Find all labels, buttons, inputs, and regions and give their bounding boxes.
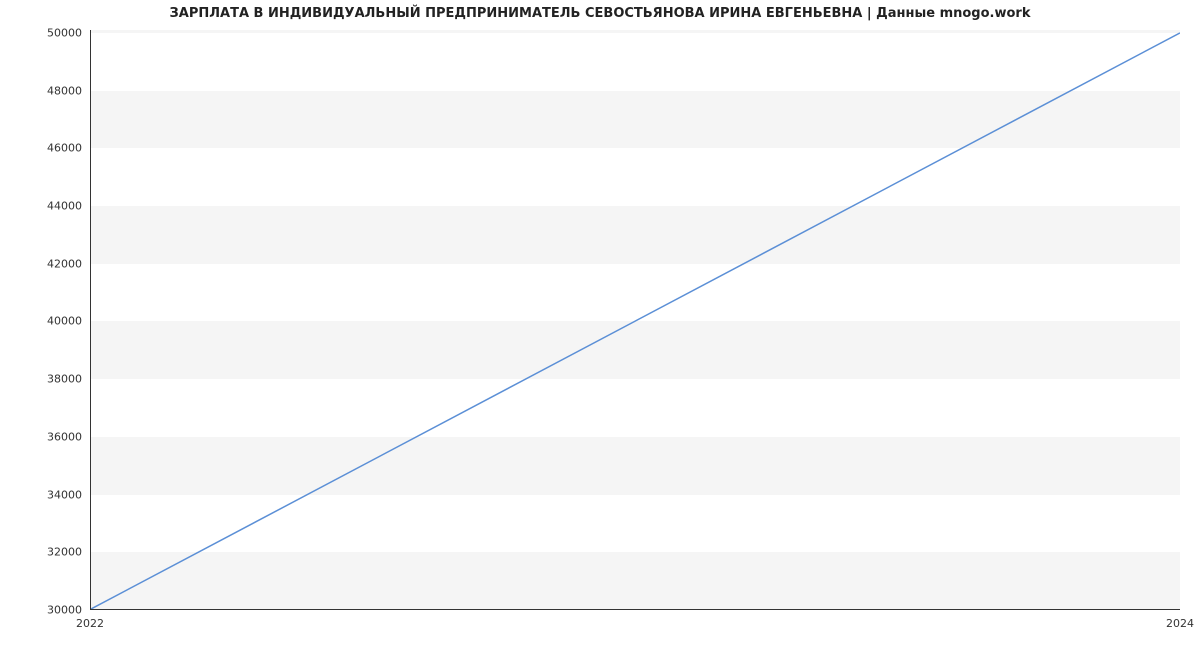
y-tick-label: 50000 xyxy=(0,26,82,39)
y-tick-label: 36000 xyxy=(0,430,82,443)
y-tick-label: 46000 xyxy=(0,142,82,155)
plot-area xyxy=(90,30,1180,610)
y-tick-label: 34000 xyxy=(0,488,82,501)
chart-title: ЗАРПЛАТА В ИНДИВИДУАЛЬНЫЙ ПРЕДПРИНИМАТЕЛ… xyxy=(0,6,1200,21)
y-tick-label: 42000 xyxy=(0,257,82,270)
y-tick-label: 48000 xyxy=(0,84,82,97)
y-tick-label: 40000 xyxy=(0,315,82,328)
y-tick-label: 44000 xyxy=(0,200,82,213)
x-tick-label: 2024 xyxy=(1166,617,1194,630)
chart-container: ЗАРПЛАТА В ИНДИВИДУАЛЬНЫЙ ПРЕДПРИНИМАТЕЛ… xyxy=(0,0,1200,650)
line-series xyxy=(91,30,1180,609)
x-tick-label: 2022 xyxy=(76,617,104,630)
y-tick-label: 38000 xyxy=(0,373,82,386)
y-tick-label: 32000 xyxy=(0,546,82,559)
y-tick-label: 30000 xyxy=(0,604,82,617)
data-line xyxy=(91,33,1180,609)
